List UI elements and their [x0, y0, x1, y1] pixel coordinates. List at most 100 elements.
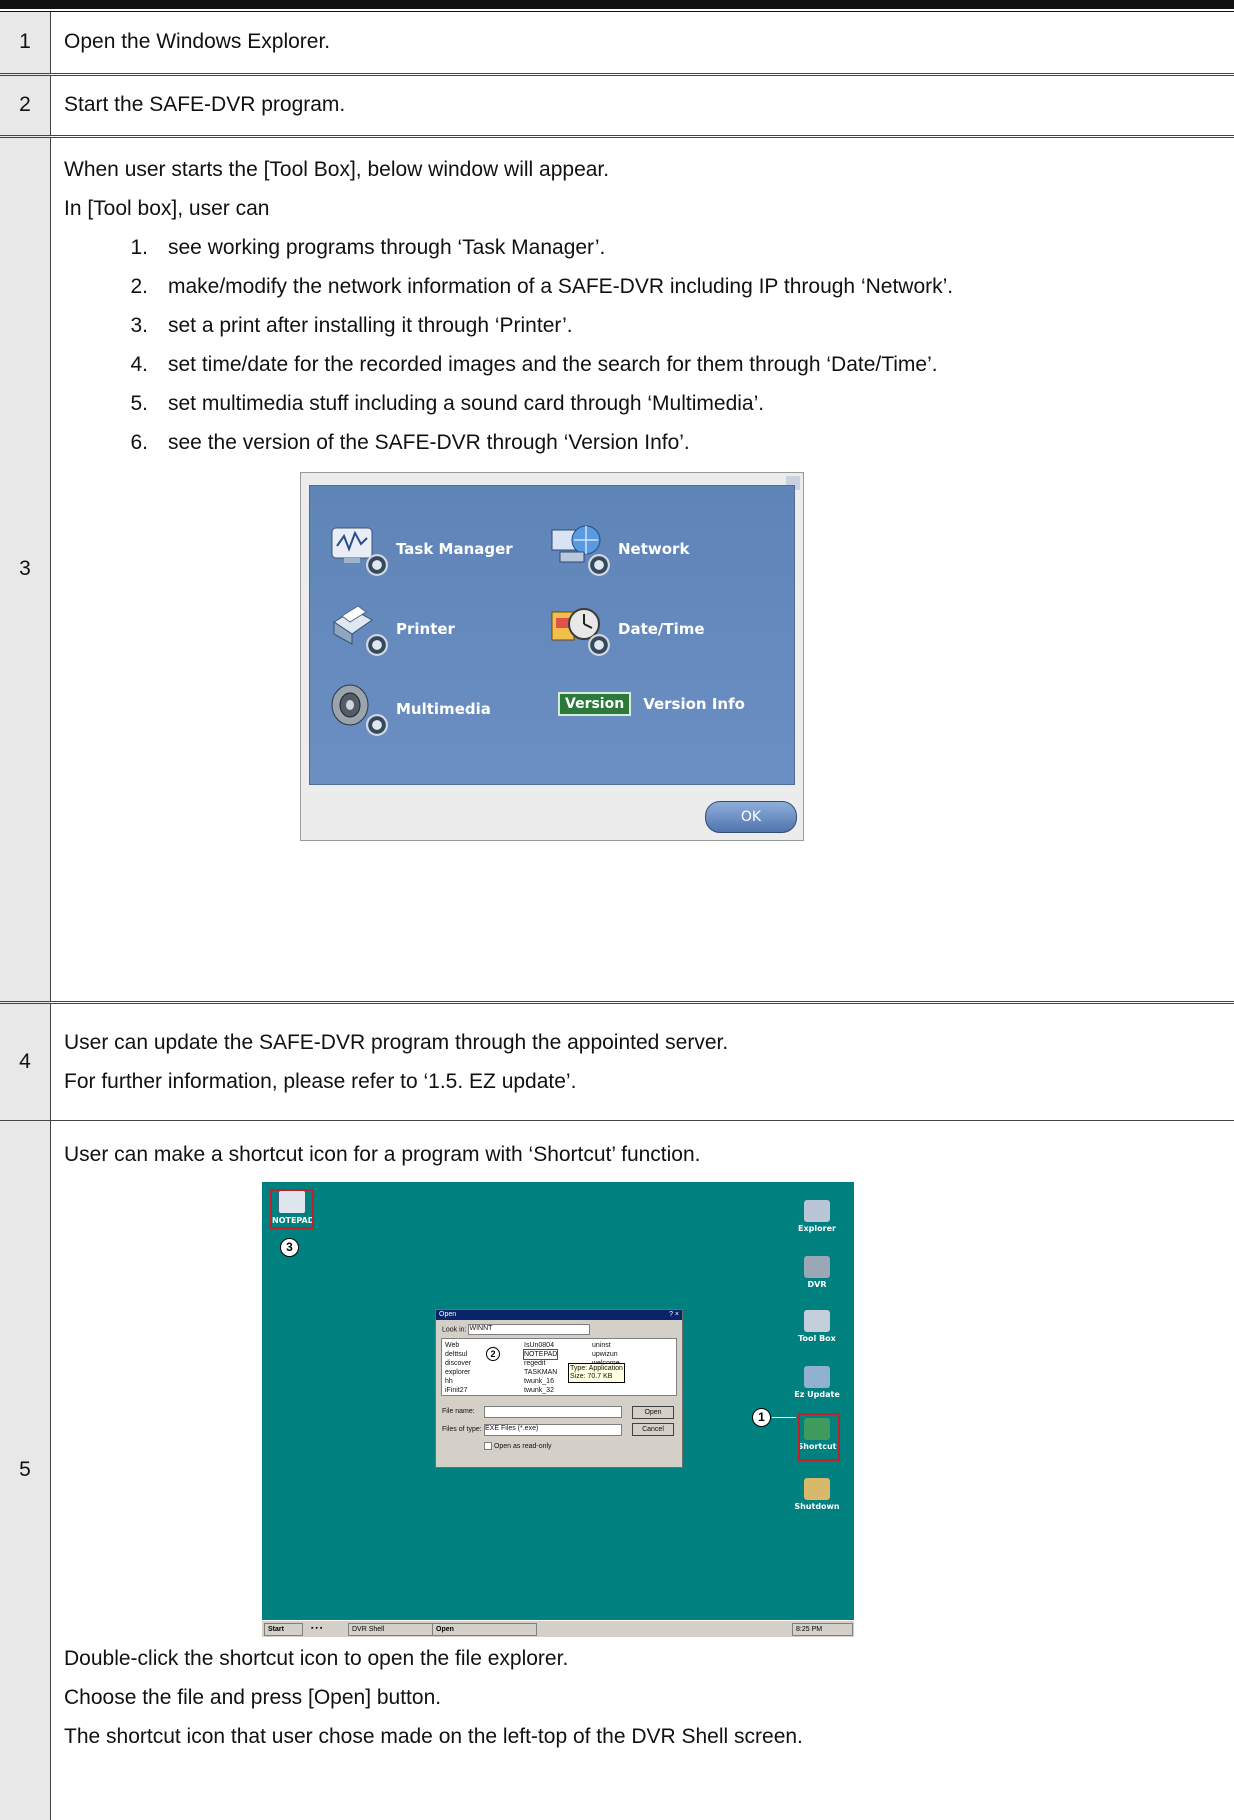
step-content: When user starts the [Tool Box], below w…	[50, 136, 1234, 1004]
list-item[interactable]: twunk_32	[524, 1386, 557, 1395]
list-item[interactable]: iFinit27	[445, 1386, 471, 1395]
tool-box-panel: Task Manager Network Printer Date/Time M…	[309, 484, 795, 785]
list-item: 1. see working programs through ‘Task Man…	[64, 228, 1233, 267]
list-text: see working programs through ‘Task Manag…	[168, 235, 606, 259]
task-manager-label: Task Manager	[396, 539, 513, 558]
dvr-desktop-icon[interactable]: DVR	[792, 1255, 842, 1289]
step-text: Start the SAFE-DVR program.	[50, 74, 1234, 138]
list-text: set multimedia stuff including a sound c…	[168, 391, 765, 415]
open-file-dialog: Open ? × Look in: WINNT Web delttsul disc…	[435, 1308, 683, 1468]
list-number: 6.	[130, 430, 148, 454]
file-list[interactable]: Web delttsul discover explorer hh iFinit…	[441, 1337, 677, 1396]
ez-update-desktop-icon[interactable]: Ez Update	[792, 1365, 842, 1399]
list-number: 2.	[130, 274, 148, 298]
step-text-line-2: For further information, please refer to…	[64, 1069, 577, 1093]
printer-button[interactable]: Printer	[328, 602, 455, 656]
step-number: 2	[0, 74, 51, 138]
step-row-2: 2 Start the SAFE-DVR program.	[0, 74, 1234, 138]
network-icon	[550, 522, 610, 576]
read-only-checkbox[interactable]: Open as read-only	[484, 1441, 552, 1450]
network-label: Network	[618, 539, 690, 558]
tooltip-type: Type: Application	[570, 1364, 623, 1372]
step-row-4: 4 User can update the SAFE-DVR program t…	[0, 1002, 1234, 1121]
list-item-selected[interactable]: NOTEPAD	[522, 1348, 559, 1360]
explorer-desktop-icon[interactable]: Explorer	[792, 1199, 842, 1233]
dvr-label: DVR	[807, 1279, 827, 1289]
date-time-button[interactable]: Date/Time	[550, 602, 705, 656]
multimedia-button[interactable]: Multimedia	[328, 682, 491, 736]
list-item[interactable]: twunk_16	[524, 1377, 557, 1386]
explorer-icon	[804, 1199, 830, 1222]
list-text: make/modify the network information of a…	[168, 274, 954, 298]
list-item[interactable]: Web	[445, 1341, 471, 1350]
highlight-box	[798, 1412, 840, 1461]
callout-2: 2	[486, 1346, 500, 1361]
list-number: 4.	[130, 352, 148, 376]
look-in-select[interactable]: WINNT	[468, 1323, 591, 1335]
list-item: 4. set time/date for the recorded images …	[64, 345, 1233, 384]
list-text: set a print after installing it through …	[168, 313, 573, 337]
list-item[interactable]: delttsul	[445, 1350, 471, 1359]
step-number: 3	[0, 136, 51, 1004]
cancel-button[interactable]: Cancel	[632, 1422, 674, 1436]
list-item[interactable]: regedit	[524, 1359, 557, 1368]
network-button[interactable]: Network	[550, 522, 689, 576]
step-lead: In [Tool box], user can	[64, 196, 270, 220]
step-number: 1	[0, 12, 51, 76]
files-of-type-select[interactable]: EXE Files (*.exe)	[484, 1423, 622, 1436]
list-item: 2. make/modify the network information of…	[64, 267, 1233, 306]
ok-button[interactable]: OK	[705, 800, 797, 833]
list-item[interactable]: upwizun	[592, 1350, 620, 1359]
file-tooltip: Type: Application Size: 70.7 KB	[568, 1362, 625, 1383]
step-row-3: 3 When user starts the [Tool Box], below…	[0, 136, 1234, 1004]
version-badge-icon: Version	[558, 691, 632, 716]
list-item[interactable]: TASKMAN	[524, 1368, 557, 1377]
dialog-title: Open ? ×	[436, 1309, 682, 1320]
list-number: 1.	[130, 235, 148, 259]
arrow-icon	[772, 1416, 796, 1418]
top-rule	[0, 0, 1234, 9]
list-item[interactable]: uninst	[592, 1341, 620, 1350]
step-number: 4	[0, 1002, 51, 1121]
task-manager-icon	[328, 522, 388, 576]
file-name-input[interactable]	[484, 1405, 622, 1418]
step-text: Open the Windows Explorer.	[50, 12, 1234, 76]
tooltip-size: Size: 70.7 KB	[570, 1372, 613, 1380]
checkbox-icon	[484, 1441, 492, 1450]
callout-3: 3	[280, 1237, 299, 1257]
list-item: 6. see the version of the SAFE-DVR throug…	[64, 423, 1233, 462]
steps-table: 1 Open the Windows Explorer. 2 Start the…	[0, 12, 1234, 1820]
shutdown-icon	[804, 1477, 830, 1500]
list-item[interactable]: IsUn0804	[524, 1341, 557, 1350]
shutdown-desktop-icon[interactable]: Shutdown	[792, 1477, 842, 1511]
look-in-row: Look in: WINNT	[442, 1323, 591, 1335]
version-info-button[interactable]: Version Version Info	[558, 691, 745, 716]
step-after-line-2: Choose the file and press [Open] button.	[64, 1685, 442, 1709]
open-button[interactable]: Open	[632, 1405, 674, 1419]
dvr-shell-desktop-screenshot: NOTEPAD 3 Explorer DVR Tool Box Ez Updat…	[262, 1181, 854, 1637]
list-item[interactable]: explorer	[445, 1368, 471, 1377]
start-button[interactable]: Start	[264, 1622, 303, 1636]
callout-1: 1	[752, 1407, 771, 1427]
clock-icon	[550, 602, 610, 656]
printer-label: Printer	[396, 619, 455, 638]
taskbar-dvr-shell[interactable]: DVR Shell	[348, 1622, 433, 1636]
file-column-1: Web delttsul discover explorer hh iFinit…	[445, 1341, 471, 1395]
tool-box-window: Task Manager Network Printer Date/Time M…	[300, 471, 804, 841]
files-of-type-label: Files of type:	[442, 1425, 482, 1433]
list-item[interactable]: hh	[445, 1377, 471, 1386]
step-text-line-1: User can update the SAFE-DVR program thr…	[64, 1030, 729, 1054]
explorer-label: Explorer	[798, 1223, 836, 1233]
help-close-icon[interactable]: ? ×	[669, 1310, 682, 1320]
date-time-label: Date/Time	[618, 619, 705, 638]
taskbar-open[interactable]: Open	[432, 1622, 537, 1636]
read-only-label: Open as read-only	[493, 1442, 552, 1450]
toolbox-desktop-icon[interactable]: Tool Box	[792, 1309, 842, 1343]
highlight-box	[270, 1188, 314, 1229]
step-after-line-1: Double-click the shortcut icon to open t…	[64, 1646, 569, 1670]
task-manager-button[interactable]: Task Manager	[328, 522, 513, 576]
list-item: 5. set multimedia stuff including a sound…	[64, 384, 1233, 423]
speaker-icon	[328, 682, 388, 736]
ez-update-label: Ez Update	[794, 1389, 840, 1399]
list-item[interactable]: discover	[445, 1359, 471, 1368]
